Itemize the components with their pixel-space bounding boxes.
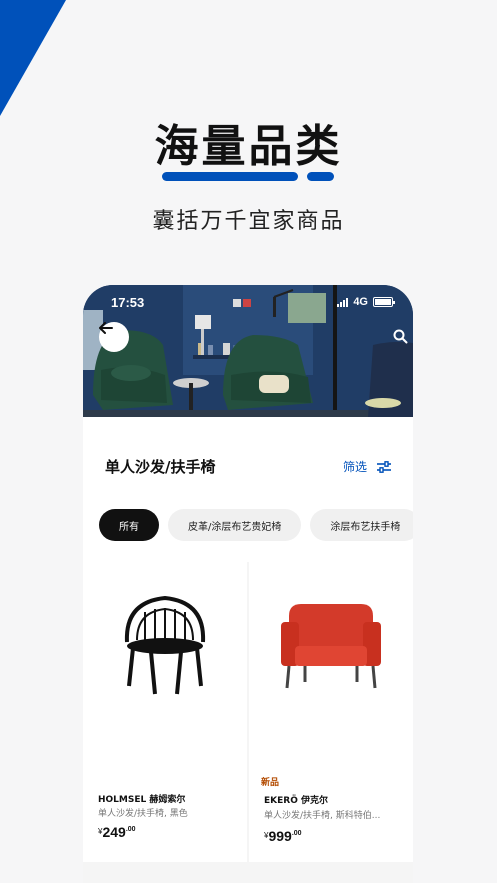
- sliders-icon: [377, 460, 391, 473]
- chip-fabric-armchair[interactable]: 涂层布艺扶手椅: [310, 509, 413, 541]
- category-hero-image: 17:53 4G: [83, 285, 413, 417]
- status-indicators: 4G: [337, 296, 395, 308]
- chip-leather-chaise[interactable]: 皮革/涂层布艺贵妃椅: [168, 509, 302, 541]
- product-grid: HOLMSEL 赫姆索尔 单人沙发/扶手椅, 黑色 ¥249.00 新品 EKE…: [83, 562, 413, 883]
- product-description: 单人沙发/扶手椅, 斯科特伯...: [264, 811, 381, 821]
- page-headline: 海量品类: [154, 121, 343, 172]
- product-card[interactable]: 新品 EKERÖ 伊克尔 单人沙发/扶手椅, 斯科特伯... ¥999.00: [249, 562, 413, 862]
- rattan-chair-image: [124, 595, 206, 695]
- category-chips: 所有 皮革/涂层布艺贵妃椅 涂层布艺扶手椅: [99, 509, 413, 541]
- product-name: EKERÖ 伊克尔: [264, 796, 328, 806]
- arrow-left-icon: [99, 322, 113, 334]
- phone-screen: 17:53 4G 单人沙发/扶手椅 筛选 所有 皮革/涂层布艺贵妃椅 涂层布艺扶…: [83, 285, 413, 883]
- page-subheadline: 囊括万千宜家商品: [152, 209, 345, 234]
- product-price: ¥249.00: [98, 824, 136, 840]
- chip-all[interactable]: 所有: [99, 509, 159, 541]
- new-badge: 新品: [261, 778, 280, 788]
- product-price: ¥999.00: [264, 828, 302, 844]
- filter-button[interactable]: 筛选: [343, 458, 391, 475]
- status-time: 17:53: [111, 295, 145, 310]
- network-type: 4G: [353, 296, 368, 308]
- search-icon: [393, 329, 408, 344]
- red-armchair-image: [281, 604, 381, 689]
- signal-icon: [337, 297, 349, 307]
- product-card[interactable]: HOLMSEL 赫姆索尔 单人沙发/扶手椅, 黑色 ¥249.00: [83, 562, 247, 862]
- category-title: 单人沙发/扶手椅: [105, 458, 216, 476]
- back-button[interactable]: [99, 322, 129, 352]
- corner-decoration: [0, 0, 66, 116]
- battery-icon: [373, 297, 395, 307]
- product-name: HOLMSEL 赫姆索尔: [98, 795, 186, 805]
- category-header: 单人沙发/扶手椅 筛选: [105, 456, 391, 477]
- headline-underline-dot: [307, 172, 334, 181]
- headline-underline: [162, 172, 298, 181]
- filter-label: 筛选: [342, 460, 367, 474]
- product-description: 单人沙发/扶手椅, 黑色: [98, 809, 188, 819]
